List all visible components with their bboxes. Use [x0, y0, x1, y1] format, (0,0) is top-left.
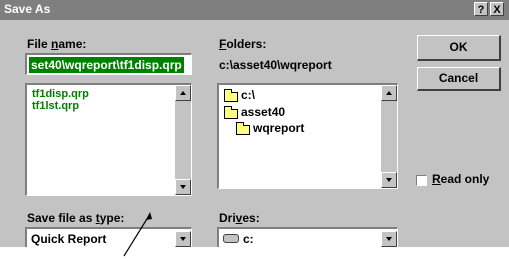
annotation-arrow	[123, 212, 152, 257]
save-as-dialog: Save As ? X File name: set40\wqreport\tf…	[0, 0, 509, 261]
